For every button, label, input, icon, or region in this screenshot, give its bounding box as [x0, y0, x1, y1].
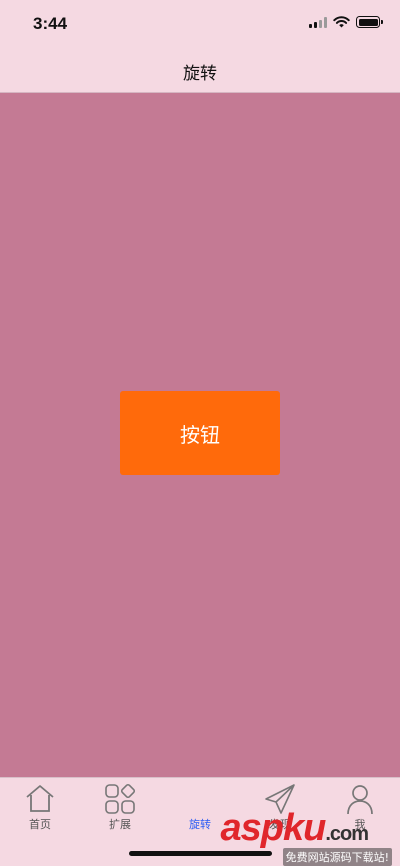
tab-home-label: 首页	[29, 818, 51, 831]
paper-plane-icon	[265, 784, 295, 814]
rotate-button[interactable]: 按钮	[120, 391, 280, 475]
status-bar: 3:44	[0, 0, 400, 48]
tab-extend-label: 扩展	[109, 818, 131, 831]
tab-home[interactable]: 首页	[0, 778, 80, 834]
status-icons	[309, 16, 383, 28]
status-time: 3:44	[33, 14, 68, 33]
tab-rotate-label: 旋转	[189, 818, 211, 831]
home-icon	[26, 785, 54, 812]
grid-icon	[105, 783, 136, 814]
tab-extend[interactable]: 扩展	[80, 778, 160, 834]
tab-discover[interactable]: 发现	[240, 778, 320, 834]
wifi-icon	[333, 16, 350, 28]
battery-icon	[356, 16, 383, 28]
page-title: 旋转	[183, 64, 217, 84]
main-content: 按钮	[0, 93, 400, 777]
navigation-bar: 旋转	[0, 48, 400, 93]
cellular-signal-icon	[309, 16, 327, 28]
tab-rotate[interactable]: 旋转	[160, 778, 240, 834]
tab-me[interactable]: 我	[320, 778, 400, 834]
tab-discover-label: 发现	[269, 818, 291, 831]
home-indicator	[129, 851, 272, 856]
person-icon	[347, 785, 373, 815]
tab-me-label: 我	[354, 818, 366, 831]
